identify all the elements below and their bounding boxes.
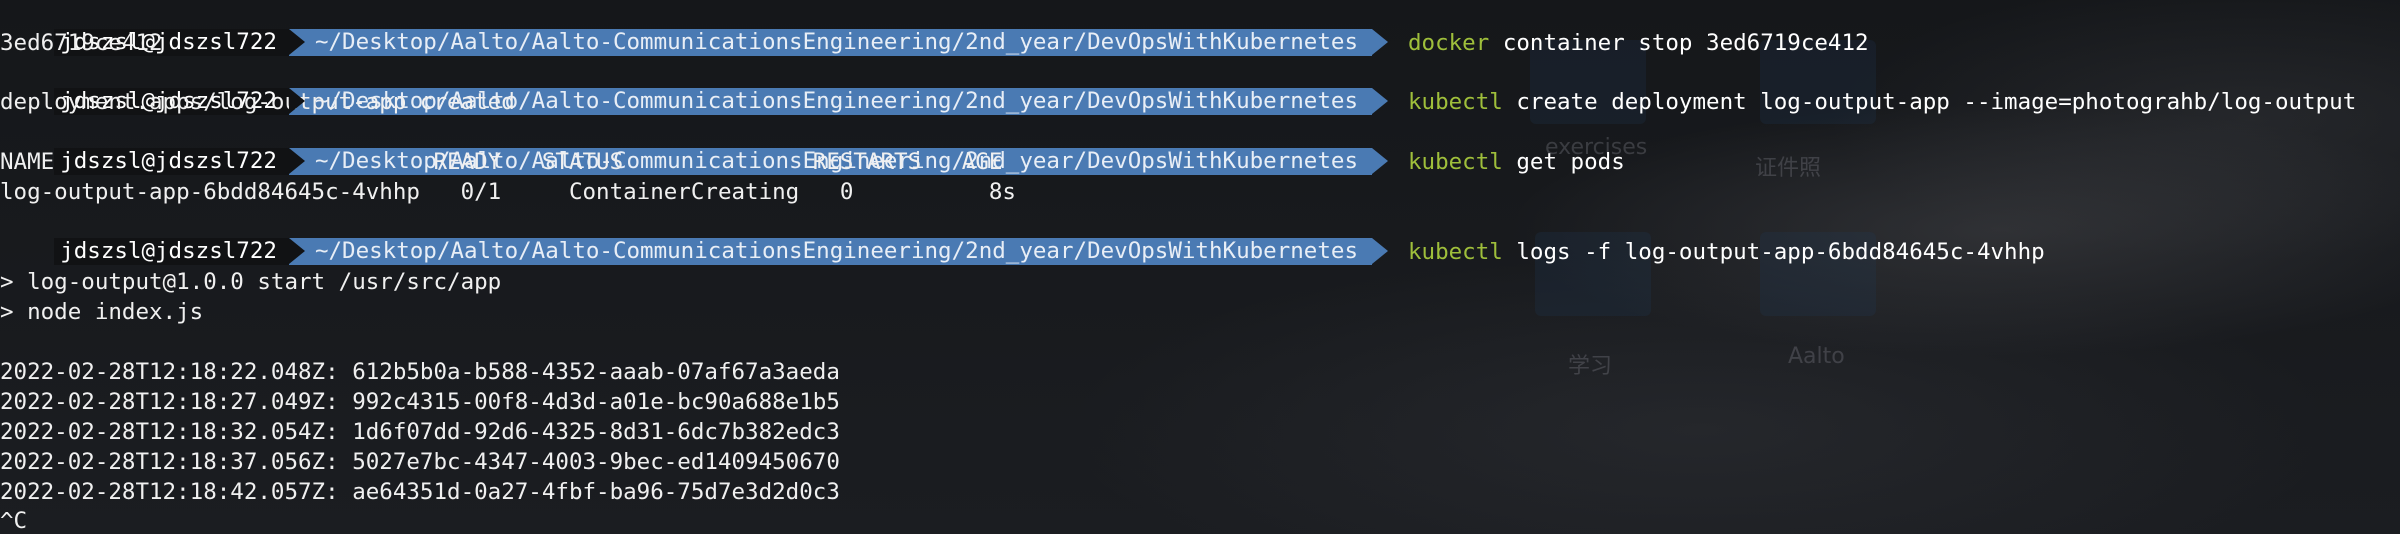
prompt-line: jdszsl@jdszsl722 ~/Desktop/Aalto/Aalto-Co… (0, 207, 2045, 265)
pods-table-header: NAME READY STATUS RESTARTS AGE (0, 149, 1003, 175)
prompt-separator-icon (1372, 88, 1388, 114)
prompt-path: ~/Desktop/Aalto/Aalto-CommunicationsEngi… (288, 238, 1372, 265)
output-line: 3ed6719ce412 (0, 30, 163, 56)
command-name: docker (1408, 30, 1490, 56)
command-name: kubectl (1408, 239, 1503, 265)
command-name: kubectl (1408, 89, 1503, 115)
terminal-window[interactable]: jdszsl@jdszsl722 ~/Desktop/Aalto/Aalto-Co… (0, 0, 2400, 534)
prompt-separator-icon (288, 148, 305, 174)
command-args: create deployment log-output-app --image… (1502, 89, 2357, 115)
prompt-separator-icon (288, 88, 305, 114)
prompt-separator-icon (1372, 238, 1388, 264)
log-line: 2022-02-28T12:18:32.054Z: 1d6f07dd-92d6-… (0, 419, 840, 445)
log-line: 2022-02-28T12:18:22.048Z: 612b5b0a-b588-… (0, 359, 840, 385)
prompt-separator-icon (288, 238, 305, 264)
command-args: get pods (1502, 149, 1625, 175)
log-line: 2022-02-28T12:18:27.049Z: 992c4315-00f8-… (0, 389, 840, 415)
prompt-line: jdszsl@jdszsl722 ~/Desktop/Aalto/Aalto-Co… (0, 0, 1869, 56)
prompt-user-host: jdszsl@jdszsl722 (54, 238, 289, 265)
output-line: deployment.apps/log-output-app created (0, 89, 515, 115)
command-args: logs -f log-output-app-6bdd84645c-4vhhp (1502, 239, 2045, 265)
prompt-line: jdszsl@jdszsl722 ~/Desktop/Aalto/Aalto-Co… (0, 117, 1625, 175)
npm-node-line: > node index.js (0, 299, 204, 325)
prompt-line: jdszsl@jdszsl722 ~/Desktop/Aalto/Aalto-Co… (0, 57, 2356, 115)
pods-table-row: log-output-app-6bdd84645c-4vhhp 0/1 Cont… (0, 179, 1016, 205)
interrupt-line: ^C (0, 508, 28, 534)
command-name: kubectl (1408, 149, 1503, 175)
prompt-separator-icon (288, 29, 305, 55)
command-args: container stop 3ed6719ce412 (1489, 30, 1869, 56)
log-line: 2022-02-28T12:18:37.056Z: 5027e7bc-4347-… (0, 449, 840, 475)
prompt-separator-icon (1372, 29, 1388, 55)
log-line: 2022-02-28T12:18:42.057Z: ae64351d-0a27-… (0, 479, 840, 505)
prompt-path: ~/Desktop/Aalto/Aalto-CommunicationsEngi… (288, 29, 1372, 56)
prompt-separator-icon (1372, 148, 1388, 174)
npm-start-line: > log-output@1.0.0 start /usr/src/app (0, 269, 502, 295)
